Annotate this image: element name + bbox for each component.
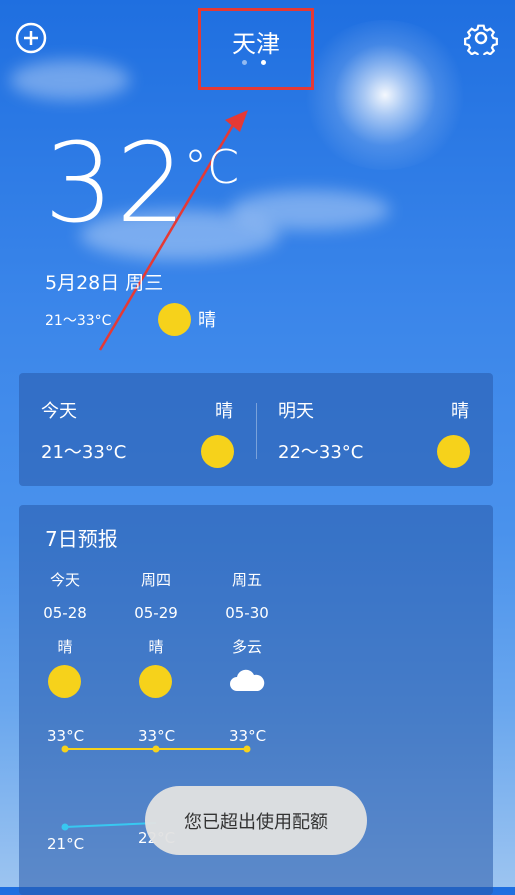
today-condition: 晴 [215,401,233,422]
current-condition: 晴 [198,310,216,331]
quota-exceeded-toast: 您已超出使用配额 [145,786,367,855]
tomorrow-label: 明天 [278,401,314,422]
today-tomorrow-card: 今天 晴 21～33°C 明天 晴 22～33°C [19,373,493,486]
tomorrow-temp-range: 22～33°C [278,442,364,463]
high-temp-point [61,745,69,753]
today-temp-range: 21～33°C [41,442,127,463]
current-temperature: 32 [44,119,188,247]
low-temp-point [61,823,69,831]
today-label: 今天 [41,401,77,422]
tomorrow-condition: 晴 [451,401,469,422]
current-temp-range: 21～33°C [45,313,112,329]
high-temp-point [152,745,160,753]
forecast-low-temp: 21°C [47,835,85,853]
current-date: 5月28日 周三 [45,272,164,294]
sun-icon [158,303,191,336]
card-divider [256,403,257,459]
high-temp-point [243,745,251,753]
low-temp-line [64,822,157,828]
temperature-unit: °C [184,140,240,194]
sun-icon [437,435,470,468]
sun-icon [201,435,234,468]
